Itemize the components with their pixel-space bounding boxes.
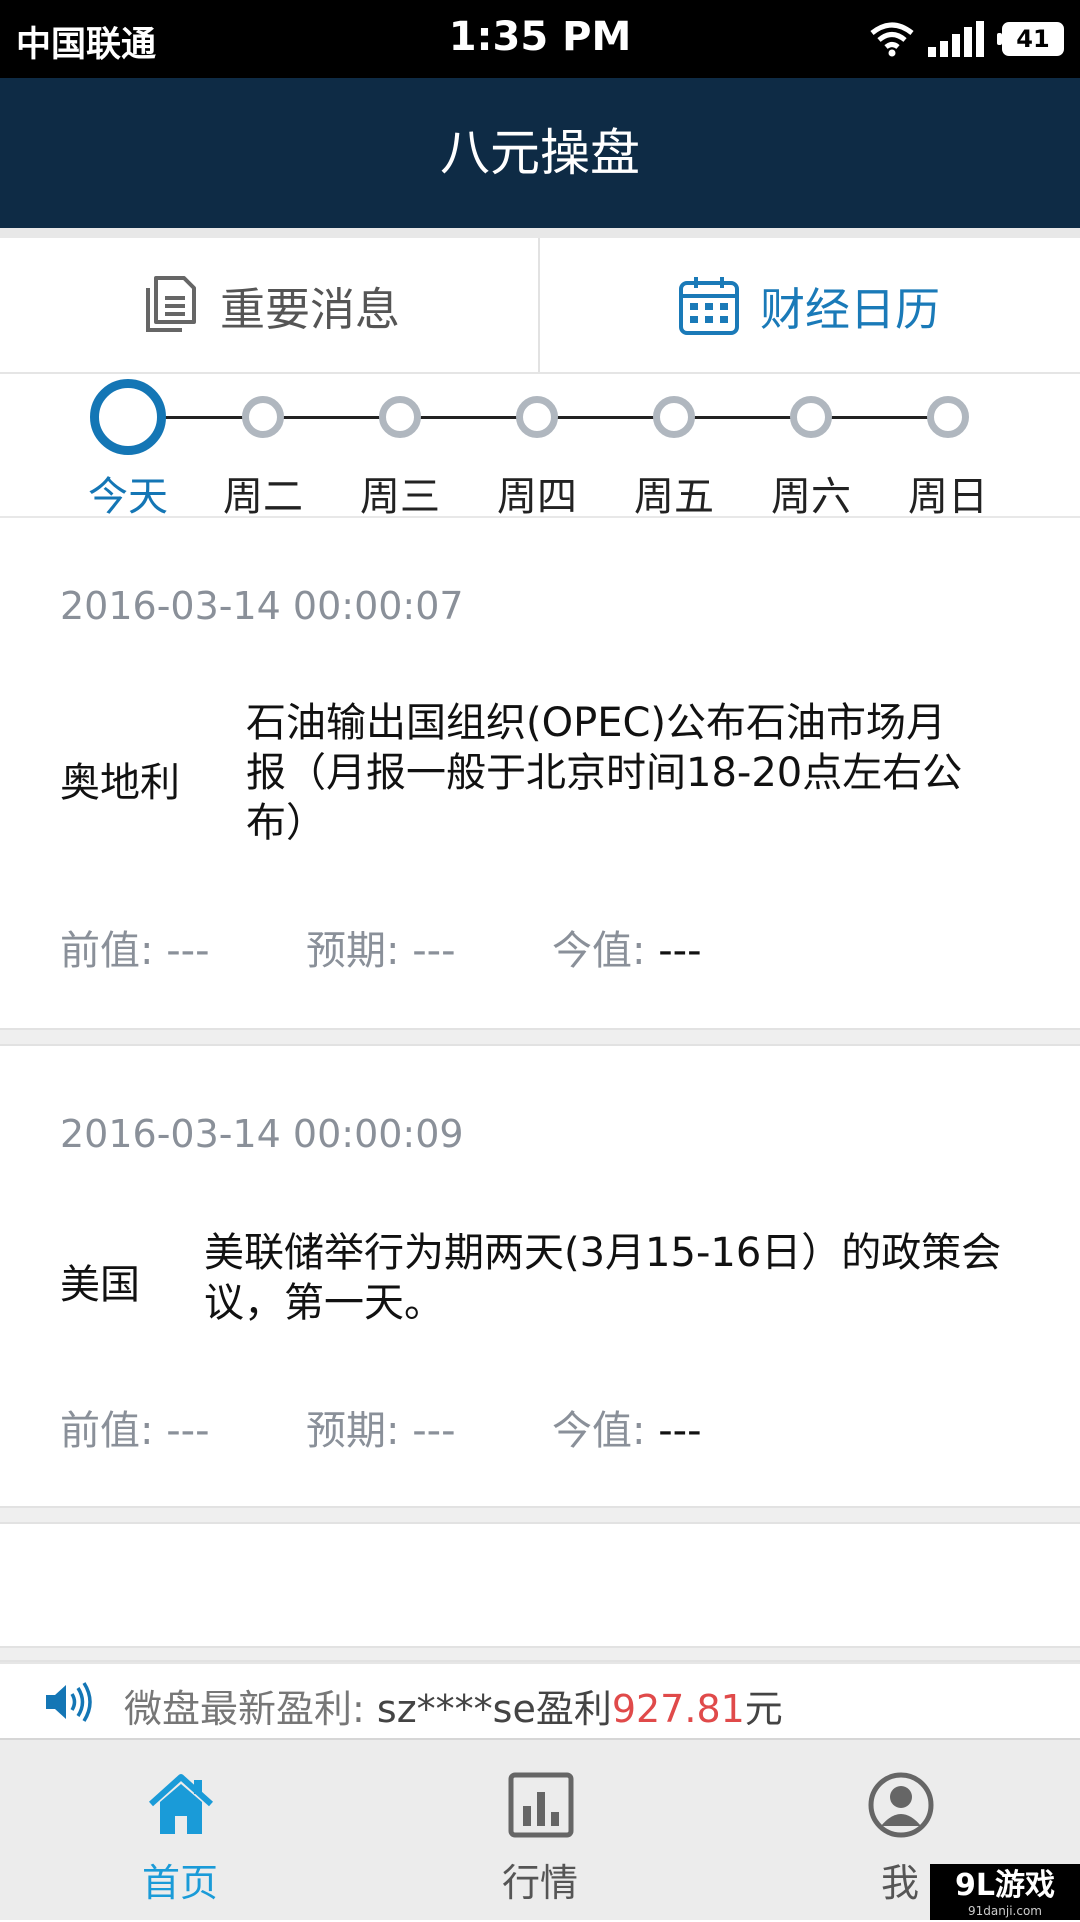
profile-icon	[868, 1772, 934, 1838]
tab-important-news[interactable]: 重要消息	[0, 238, 538, 372]
day-label-fri[interactable]: 周五	[614, 464, 734, 522]
calendar-icon	[678, 277, 739, 335]
watermark-url: 91danji.com	[968, 1904, 1042, 1918]
event-card[interactable]: 2016-03-14 00:00:07 奥地利 石油输出国组织(OPEC)公布石…	[0, 518, 1080, 1028]
day-label-today[interactable]: 今天	[68, 464, 188, 522]
event-card[interactable]: 2016-03-14 00:00:09 美国 美联储举行为期两天(3月15-16…	[0, 1046, 1080, 1506]
bottom-nav: 首页 行情 我	[0, 1738, 1080, 1920]
day-selector: 今天 周二 周三 周四 周五 周六 周日	[0, 374, 1080, 520]
actual-value: 今值: ---	[552, 928, 702, 974]
tab-label: 财经日历	[759, 282, 940, 336]
nav-market[interactable]: 行情	[360, 1740, 720, 1922]
tab-finance-calendar[interactable]: 财经日历	[540, 238, 1078, 372]
ticker-user: sz****se盈利	[376, 1687, 612, 1731]
watermark-text: 9L游戏	[955, 1868, 1055, 1903]
event-description: 石油输出国组织(OPEC)公布石油市场月 报（月报一般于北京时间18-20点左右…	[246, 698, 962, 848]
day-label-wed[interactable]: 周三	[340, 464, 460, 522]
ticker-label: 微盘最新盈利:	[124, 1687, 365, 1731]
watermark-logo: 9L游戏 91danji.com	[930, 1864, 1080, 1920]
chart-icon	[508, 1772, 574, 1838]
event-card-empty	[0, 1524, 1080, 1646]
profit-ticker[interactable]: 微盘最新盈利: sz****se盈利927.81元	[0, 1662, 1080, 1740]
event-desc-line: 议，第一天。	[204, 1280, 444, 1326]
home-icon	[148, 1774, 214, 1834]
expected-value: 预期: ---	[306, 928, 456, 974]
status-icons: 41	[870, 18, 1064, 60]
card-separator	[0, 1028, 1080, 1046]
event-datetime: 2016-03-14 00:00:09	[60, 1112, 464, 1156]
day-label-sat[interactable]: 周六	[751, 464, 871, 522]
ticker-unit: 元	[744, 1687, 783, 1731]
day-dot-sun[interactable]	[927, 396, 969, 438]
card-separator	[0, 1506, 1080, 1524]
nav-home[interactable]: 首页	[0, 1740, 360, 1922]
actual-value: 今值: ---	[552, 1408, 702, 1454]
event-description: 美联储举行为期两天(3月15-16日）的政策会 议，第一天。	[204, 1228, 1001, 1328]
tab-label: 重要消息	[219, 282, 400, 336]
event-country: 美国	[60, 1262, 140, 1308]
event-country: 奥地利	[60, 760, 180, 806]
event-desc-line: 美联储举行为期两天(3月15-16日）的政策会	[204, 1230, 1002, 1276]
prev-value: 前值: ---	[60, 928, 210, 974]
day-label-sun[interactable]: 周日	[888, 464, 1008, 522]
signal-icon	[928, 21, 984, 57]
day-dot-tue[interactable]	[242, 396, 284, 438]
event-datetime: 2016-03-14 00:00:07	[60, 584, 464, 628]
card-separator	[0, 1646, 1080, 1662]
wifi-icon	[870, 22, 914, 57]
day-dot-today[interactable]	[90, 379, 166, 455]
day-dot-wed[interactable]	[379, 396, 421, 438]
event-desc-line: 石油输出国组织(OPEC)公布石油市场月	[246, 700, 947, 746]
document-icon	[145, 276, 196, 332]
nav-label: 首页	[141, 1861, 218, 1905]
event-desc-line: 布）	[246, 800, 326, 846]
divider	[0, 228, 1080, 238]
expected-value: 预期: ---	[306, 1408, 456, 1454]
day-label-tue[interactable]: 周二	[203, 464, 323, 522]
day-dot-fri[interactable]	[653, 396, 695, 438]
ticker-amount: 927.81	[611, 1687, 745, 1731]
event-desc-line: 报（月报一般于北京时间18-20点左右公	[246, 750, 963, 796]
battery-icon: 41	[997, 22, 1064, 56]
nav-label: 行情	[501, 1861, 578, 1905]
app-title: 八元操盘	[0, 78, 1080, 228]
day-label-thu[interactable]: 周四	[477, 464, 597, 522]
prev-value: 前值: ---	[60, 1408, 210, 1454]
tab-bar: 重要消息 财经日历	[0, 238, 1080, 374]
ticker-text: 微盘最新盈利: sz****se盈利927.81元	[124, 1678, 783, 1733]
speaker-icon	[46, 1682, 92, 1722]
day-dot-thu[interactable]	[516, 396, 558, 438]
day-dot-sat[interactable]	[790, 396, 832, 438]
status-bar: 中国联通 1:35 PM 41	[0, 0, 1080, 78]
